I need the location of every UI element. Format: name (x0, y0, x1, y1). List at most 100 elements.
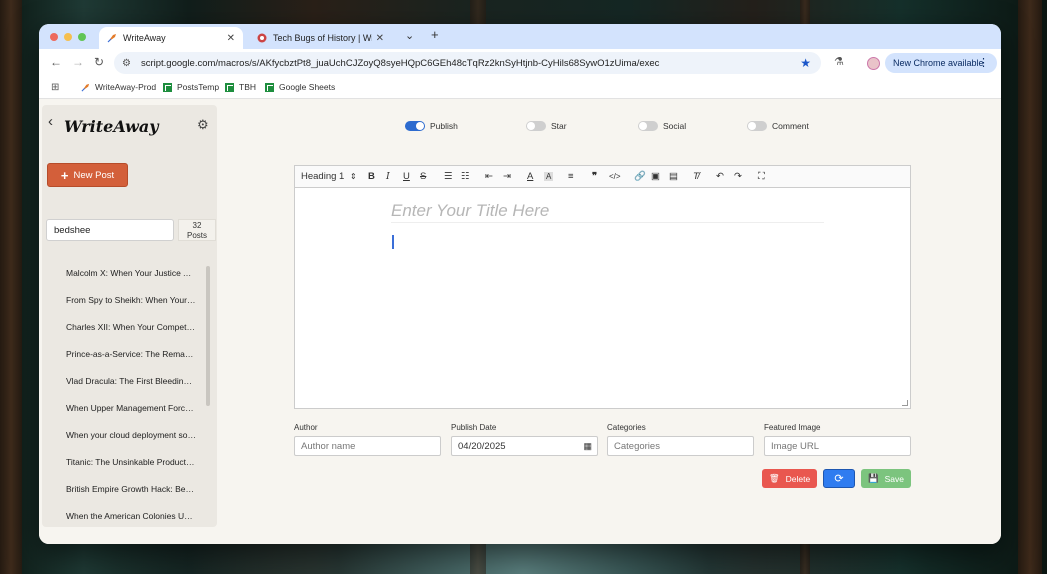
post-list-scrollbar[interactable] (206, 266, 210, 406)
publish-switch[interactable] (405, 121, 425, 131)
text-cursor (392, 235, 394, 249)
writeaway-favicon (81, 83, 90, 91)
back-chevron-icon[interactable]: ‹ (48, 113, 53, 130)
list-item[interactable]: British Empire Growth Hack: Bed… (46, 476, 206, 503)
close-tab-icon[interactable]: ✕ (376, 33, 384, 44)
app-logo: WriteAway (64, 117, 159, 136)
video-icon[interactable]: ▤ (669, 171, 678, 182)
list-item[interactable]: Malcolm X: When Your Justice A… (46, 259, 206, 286)
toggle-social[interactable]: Social (638, 121, 686, 131)
site-info-icon[interactable]: ⚙ (122, 58, 131, 69)
maximize-window-button[interactable] (78, 33, 86, 41)
underline-icon[interactable]: U (403, 171, 410, 182)
toggle-comment[interactable]: Comment (747, 121, 809, 131)
image-icon[interactable]: ▣ (651, 171, 660, 182)
bookmark-writeaway-prod[interactable]: WriteAway-Prod (81, 82, 156, 92)
new-chrome-available-button[interactable]: New Chrome available ⋮ (885, 53, 997, 73)
strikethrough-icon[interactable]: S (420, 171, 426, 182)
featured-image-label: Featured Image (764, 423, 821, 432)
toggle-publish[interactable]: Publish (405, 121, 458, 131)
list-item[interactable]: From Spy to Sheikh: When Your … (46, 286, 206, 313)
categories-input[interactable] (607, 436, 754, 456)
italic-icon[interactable]: I (386, 171, 390, 182)
sheets-icon (225, 82, 234, 92)
date-value: 04/20/2025 (458, 440, 506, 452)
undo-icon[interactable]: ↶ (716, 171, 724, 182)
labs-flask-icon[interactable]: ⚗ (834, 55, 844, 68)
categories-label: Categories (607, 423, 646, 432)
writeaway-favicon (107, 34, 116, 43)
social-switch[interactable] (638, 121, 658, 131)
list-item[interactable]: Titanic: The Unsinkable Product … (46, 449, 206, 476)
tab-writeaway[interactable]: WriteAway ✕ (99, 27, 243, 49)
delete-button[interactable]: 🗑 Delete (762, 469, 817, 488)
text-color-icon[interactable]: A (527, 171, 533, 182)
toggle-star[interactable]: Star (526, 121, 567, 131)
align-icon[interactable]: ≡ (568, 171, 574, 182)
post-title-input[interactable] (391, 199, 824, 223)
refresh-button[interactable]: ⟳ (823, 469, 855, 488)
avatar[interactable] (867, 57, 880, 70)
editor-toolbar: Heading 1 ⇕ B I U S ☰ ☷ ⇤ ⇥ A A ≡ ❞ </> … (295, 166, 910, 188)
trash-icon: 🗑 (768, 473, 780, 483)
ordered-list-icon[interactable]: ☰ (444, 171, 453, 182)
rich-text-editor: Heading 1 ⇕ B I U S ☰ ☷ ⇤ ⇥ A A ≡ ❞ </> … (294, 165, 911, 409)
new-post-button[interactable]: + New Post (47, 163, 128, 187)
bookmark-poststemp[interactable]: PostsTemp (163, 82, 219, 92)
update-label: New Chrome available (893, 58, 984, 68)
list-item[interactable]: Charles XII: When Your Competit… (46, 313, 206, 340)
post-list: Malcolm X: When Your Justice A… From Spy… (46, 259, 206, 521)
url-text: script.google.com/macros/s/AKfycbztPt8_j… (140, 57, 660, 69)
clear-format-icon[interactable]: T̸ (693, 171, 699, 182)
tab-search-dropdown-icon[interactable]: ⌄ (405, 29, 414, 42)
bullet-list-icon[interactable]: ☷ (461, 171, 470, 182)
settings-gear-icon[interactable]: ⚙ (197, 117, 209, 133)
background-color-icon[interactable]: A (544, 172, 554, 181)
close-window-button[interactable] (50, 33, 58, 41)
apps-grid-icon[interactable]: ⊞ (51, 82, 59, 93)
star-switch[interactable] (526, 121, 546, 131)
list-item[interactable]: When Upper Management Force… (46, 394, 206, 421)
author-input[interactable] (294, 436, 441, 456)
menu-dots-icon[interactable]: ⋮ (978, 56, 989, 69)
list-item[interactable]: Prince-as-a-Service: The Remar… (46, 340, 206, 367)
new-post-label: New Post (73, 169, 115, 181)
minimize-window-button[interactable] (64, 33, 72, 41)
indent-icon[interactable]: ⇥ (503, 171, 511, 182)
back-arrow-icon[interactable]: ← (50, 55, 62, 69)
reload-icon[interactable]: ↻ (94, 55, 104, 69)
tab-strip: WriteAway ✕ Tech Bugs of History | Write… (39, 24, 1001, 49)
list-item[interactable]: Vlad Dracula: The First Bleeding … (46, 367, 206, 394)
writeaway-app: ‹ WriteAway ⚙ + New Post 32 Posts Malcol… (39, 99, 1001, 544)
comment-switch[interactable] (747, 121, 767, 131)
tab-tech-bugs[interactable]: Tech Bugs of History | WriteAw… ✕ (249, 27, 392, 49)
forward-arrow-icon[interactable]: → (72, 55, 84, 69)
link-icon[interactable]: 🔗 (634, 171, 646, 182)
fullscreen-icon[interactable]: ⛶ (758, 171, 765, 182)
heading-select[interactable]: Heading 1 ⇕ (301, 171, 357, 182)
resize-handle[interactable] (902, 400, 908, 406)
calendar-icon[interactable]: ▦ (583, 441, 592, 452)
tab-title: WriteAway (123, 33, 166, 43)
new-tab-button[interactable]: + (431, 27, 439, 42)
bookmark-tbh[interactable]: TBH (225, 82, 256, 92)
list-item[interactable]: When the American Colonies Uni… (46, 503, 206, 521)
publish-date-input[interactable]: 04/20/2025 ▦ (451, 436, 598, 456)
bookmark-star-icon[interactable]: ★ (800, 56, 811, 70)
list-item[interactable]: When your cloud deployment sol… (46, 422, 206, 449)
code-block-icon[interactable]: </> (609, 172, 621, 181)
save-button[interactable]: 💾 Save (861, 469, 911, 488)
post-search-input[interactable] (46, 219, 174, 241)
close-tab-icon[interactable]: ✕ (227, 33, 235, 44)
sheets-icon (265, 82, 274, 92)
featured-image-input[interactable] (764, 436, 911, 456)
bold-icon[interactable]: B (368, 171, 375, 182)
redo-icon[interactable]: ↷ (734, 171, 742, 182)
sidebar: ‹ WriteAway ⚙ + New Post 32 Posts Malcol… (42, 105, 217, 527)
blockquote-icon[interactable]: ❞ (592, 171, 597, 182)
publish-date-label: Publish Date (451, 423, 497, 432)
address-bar[interactable]: ⚙ script.google.com/macros/s/AKfycbztPt8… (114, 52, 821, 74)
outdent-icon[interactable]: ⇤ (485, 171, 493, 182)
select-arrows-icon: ⇕ (349, 172, 357, 181)
bookmark-google-sheets[interactable]: Google Sheets (265, 82, 335, 92)
